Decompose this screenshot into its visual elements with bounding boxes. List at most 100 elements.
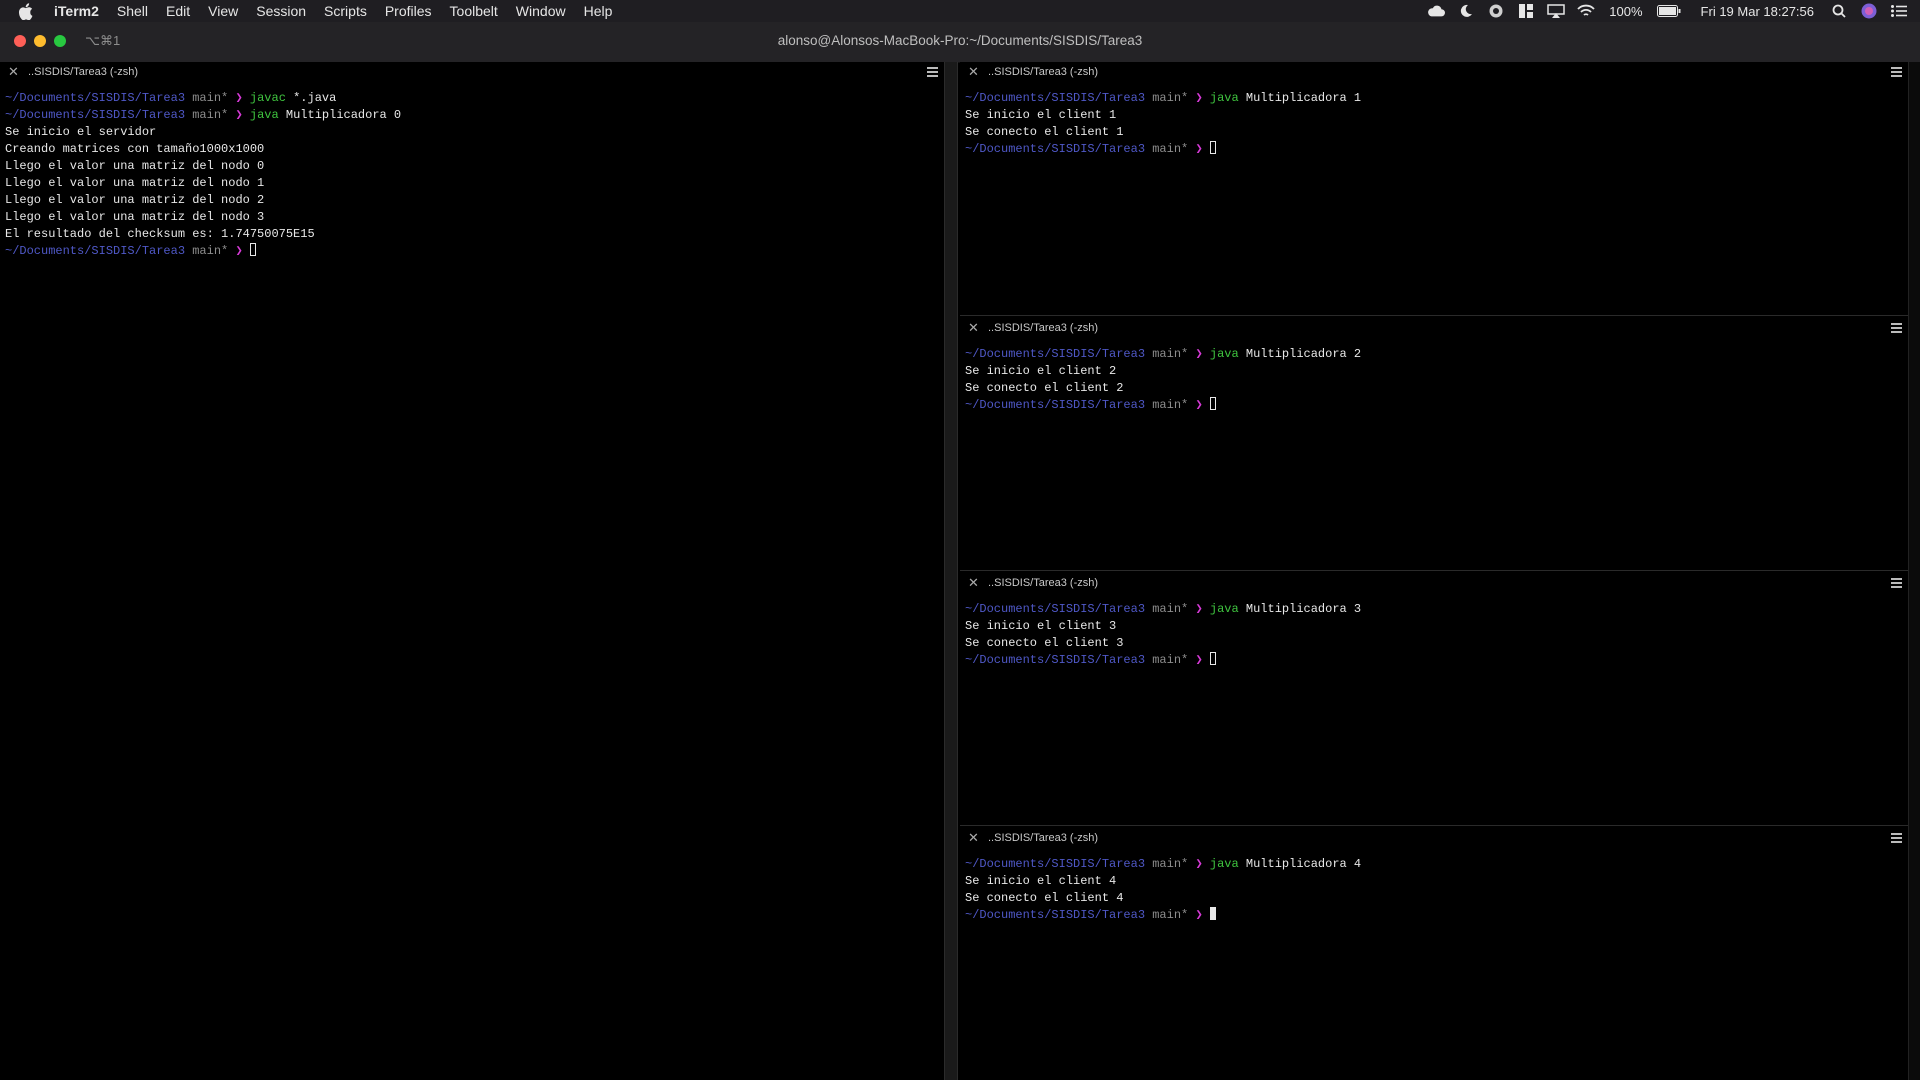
layout-icon[interactable] <box>1517 3 1535 19</box>
command-name: java <box>1209 857 1239 871</box>
notification-center-icon[interactable] <box>1890 3 1908 19</box>
pane-split-divider[interactable] <box>960 315 1908 316</box>
menu-view[interactable]: View <box>199 0 247 22</box>
close-icon[interactable]: ✕ <box>968 65 980 79</box>
terminal-pane-server[interactable]: ✕ ..SISDIS/Tarea3 (-zsh) ~/Documents/SIS… <box>0 62 944 1080</box>
window-title-bar: ⌥⌘1 alonso@Alonsos-MacBook-Pro:~/Documen… <box>0 22 1920 63</box>
pane-title: ..SISDIS/Tarea3 (-zsh) <box>28 66 139 78</box>
output-line: El resultado del checksum es: 1.74750075… <box>5 227 315 241</box>
pane-header: ✕ ..SISDIS/Tarea3 (-zsh) <box>960 828 1908 849</box>
search-icon[interactable] <box>1830 3 1848 19</box>
text-cursor <box>1209 397 1216 410</box>
menu-edit[interactable]: Edit <box>157 0 199 22</box>
pane-split-divider[interactable] <box>944 62 958 1080</box>
hamburger-menu-icon[interactable] <box>1891 323 1902 333</box>
prompt-path: ~/Documents/SISDIS/Tarea3 <box>965 142 1146 156</box>
command-args: Multiplicadora 0 <box>278 108 402 122</box>
close-icon[interactable]: ✕ <box>968 321 980 335</box>
siri-icon[interactable] <box>1860 3 1878 19</box>
window-title: alonso@Alonsos-MacBook-Pro:~/Documents/S… <box>777 33 1143 48</box>
prompt-path: ~/Documents/SISDIS/Tarea3 <box>965 908 1146 922</box>
output-line: Creando matrices con tamaño1000x1000 <box>5 142 265 156</box>
apple-icon[interactable] <box>18 2 36 20</box>
cloud-icon[interactable] <box>1427 3 1446 19</box>
prompt-git-branch: main* <box>1152 142 1189 156</box>
command-name: javac <box>249 91 286 105</box>
prompt-arrow: ❯ <box>235 108 243 122</box>
prompt-line: ~/Documents/SISDIS/Tarea3 main* ❯ java M… <box>965 856 1908 873</box>
prompt-arrow: ❯ <box>1195 347 1203 361</box>
menu-window[interactable]: Window <box>507 0 575 22</box>
terminal-output[interactable]: ~/Documents/SISDIS/Tarea3 main* ❯ javac … <box>5 90 944 260</box>
prompt-line: ~/Documents/SISDIS/Tarea3 main* ❯ <box>965 907 1908 924</box>
menu-help[interactable]: Help <box>575 0 622 22</box>
terminal-pane-client-3[interactable]: ✕ ..SISDIS/Tarea3 (-zsh) ~/Documents/SIS… <box>960 573 1908 825</box>
terminal-output[interactable]: ~/Documents/SISDIS/Tarea3 main* ❯ java M… <box>965 346 1908 414</box>
prompt-git-branch: main* <box>1152 602 1189 616</box>
prompt-line: ~/Documents/SISDIS/Tarea3 main* ❯ <box>965 652 1908 669</box>
close-icon[interactable]: ✕ <box>968 831 980 845</box>
pane-split-divider[interactable] <box>960 825 1908 826</box>
hamburger-menu-icon[interactable] <box>1891 578 1902 588</box>
moon-icon[interactable] <box>1457 3 1475 19</box>
prompt-path: ~/Documents/SISDIS/Tarea3 <box>965 91 1146 105</box>
close-icon[interactable]: ✕ <box>8 65 20 79</box>
command-args: Multiplicadora 1 <box>1238 91 1362 105</box>
pane-title: ..SISDIS/Tarea3 (-zsh) <box>988 66 1099 78</box>
output-line: Llego el valor una matriz del nodo 1 <box>5 176 265 190</box>
menu-app-name[interactable]: iTerm2 <box>50 0 108 22</box>
prompt-line: ~/Documents/SISDIS/Tarea3 main* ❯ java M… <box>965 90 1908 107</box>
battery-icon[interactable] <box>1656 3 1681 19</box>
scrollbar[interactable] <box>1908 62 1920 1080</box>
command-name: java <box>1209 347 1239 361</box>
prompt-path: ~/Documents/SISDIS/Tarea3 <box>965 398 1146 412</box>
menu-profiles[interactable]: Profiles <box>376 0 441 22</box>
output-line: Llego el valor una matriz del nodo 3 <box>5 210 265 224</box>
command-args: Multiplicadora 4 <box>1238 857 1362 871</box>
prompt-line: ~/Documents/SISDIS/Tarea3 main* ❯ java M… <box>965 346 1908 363</box>
prompt-git-branch: main* <box>1152 857 1189 871</box>
terminal-pane-client-2[interactable]: ✕ ..SISDIS/Tarea3 (-zsh) ~/Documents/SIS… <box>960 318 1908 570</box>
prompt-git-branch: main* <box>192 244 229 258</box>
pane-header: ✕ ..SISDIS/Tarea3 (-zsh) <box>960 318 1908 339</box>
airplay-icon[interactable] <box>1547 3 1566 19</box>
prompt-line: ~/Documents/SISDIS/Tarea3 main* ❯ java M… <box>965 601 1908 618</box>
terminal-pane-client-4[interactable]: ✕ ..SISDIS/Tarea3 (-zsh) ~/Documents/SIS… <box>960 828 1908 1080</box>
output-line: Llego el valor una matriz del nodo 2 <box>5 193 265 207</box>
prompt-line: ~/Documents/SISDIS/Tarea3 main* ❯ java M… <box>5 107 944 124</box>
menu-scripts[interactable]: Scripts <box>315 0 376 22</box>
wifi-icon[interactable] <box>1577 3 1595 19</box>
terminal-output[interactable]: ~/Documents/SISDIS/Tarea3 main* ❯ java M… <box>965 601 1908 669</box>
command-name: java <box>249 108 279 122</box>
hamburger-menu-icon[interactable] <box>927 67 938 77</box>
close-icon[interactable]: ✕ <box>968 576 980 590</box>
pane-split-divider[interactable] <box>960 570 1908 571</box>
menu-session[interactable]: Session <box>247 0 315 22</box>
prompt-path: ~/Documents/SISDIS/Tarea3 <box>5 91 186 105</box>
prompt-arrow: ❯ <box>1195 857 1203 871</box>
prompt-arrow: ❯ <box>1195 908 1203 922</box>
clock[interactable]: Fri 19 Mar 18:27:56 <box>1701 4 1814 19</box>
battery-percent: 100% <box>1609 3 1643 19</box>
output-line: Se conecto el client 4 <box>965 891 1124 905</box>
output-line: Se conecto el client 2 <box>965 381 1124 395</box>
prompt-path: ~/Documents/SISDIS/Tarea3 <box>965 347 1146 361</box>
prompt-path: ~/Documents/SISDIS/Tarea3 <box>965 653 1146 667</box>
terminal-output[interactable]: ~/Documents/SISDIS/Tarea3 main* ❯ java M… <box>965 856 1908 924</box>
menu-shell[interactable]: Shell <box>108 0 157 22</box>
hamburger-menu-icon[interactable] <box>1891 67 1902 77</box>
output-line: Llego el valor una matriz del nodo 0 <box>5 159 265 173</box>
prompt-path: ~/Documents/SISDIS/Tarea3 <box>965 602 1146 616</box>
text-cursor <box>1209 907 1216 920</box>
command-args: *.java <box>285 91 337 105</box>
terminal-pane-client-1[interactable]: ✕ ..SISDIS/Tarea3 (-zsh) ~/Documents/SIS… <box>960 62 1908 315</box>
hamburger-menu-icon[interactable] <box>1891 833 1902 843</box>
menu-toolbelt[interactable]: Toolbelt <box>441 0 507 22</box>
terminal-output[interactable]: ~/Documents/SISDIS/Tarea3 main* ❯ java M… <box>965 90 1908 158</box>
prompt-path: ~/Documents/SISDIS/Tarea3 <box>5 244 186 258</box>
vpn-icon[interactable] <box>1487 3 1505 19</box>
prompt-arrow: ❯ <box>1195 142 1203 156</box>
output-line: Se inicio el client 1 <box>965 108 1117 122</box>
prompt-line: ~/Documents/SISDIS/Tarea3 main* ❯ javac … <box>5 90 944 107</box>
text-cursor <box>1209 652 1216 665</box>
